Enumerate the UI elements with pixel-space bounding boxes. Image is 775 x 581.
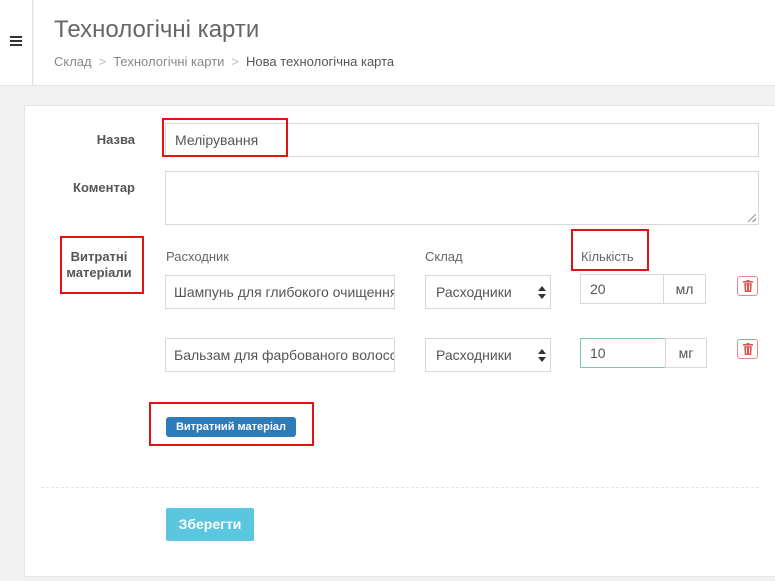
delete-row-button[interactable] [737,339,758,359]
quantity-input[interactable]: 20 [580,274,664,304]
warehouse-select-value: Расходники [436,347,512,363]
breadcrumb-separator: > [98,54,107,69]
left-bar [0,0,33,86]
quantity-input[interactable]: 10 [580,338,666,368]
warehouse-select-value: Расходники [436,284,512,300]
hamburger-menu-icon[interactable] [10,36,22,46]
material-item-input[interactable]: Шампунь для глибокого очищення [165,275,395,309]
breadcrumb-item-current: Нова технологічна карта [246,54,395,69]
delete-row-button[interactable] [737,276,758,296]
comment-label: Коментар [73,180,135,195]
name-input[interactable] [165,123,759,157]
unit-addon: мг [665,338,707,368]
page-header: Технологічні карти Склад > Технологічні ка… [34,0,775,86]
name-label: Назва [96,132,135,147]
materials-label: Витратні матеріали [61,249,137,281]
column-header-qty: Кількість [581,249,634,264]
trash-icon [743,343,753,355]
form-panel: Назва Коментар Витратні матеріали Расход… [24,105,775,577]
resize-handle-icon[interactable] [748,214,756,222]
page-title: Технологічні карти [54,16,260,43]
save-button[interactable]: Зберегти [166,508,254,541]
materials-label-line1: Витратні [70,249,128,264]
trash-icon [743,280,753,292]
column-header-item: Расходник [166,249,229,264]
select-arrows-icon [538,349,546,362]
comment-textarea[interactable] [165,171,759,225]
column-header-warehouse: Склад [425,249,463,264]
breadcrumb-item-warehouse[interactable]: Склад [54,54,92,69]
warehouse-select[interactable]: Расходники [425,275,551,309]
materials-label-line2: матеріали [66,265,132,280]
material-item-input[interactable]: Бальзам для фарбованого волосся [165,338,395,372]
select-arrows-icon [538,286,546,299]
add-material-button[interactable]: Витратний матеріал [166,417,296,437]
breadcrumb-item-tech-cards[interactable]: Технологічні карти [113,54,224,69]
breadcrumb: Склад > Технологічні карти > Нова технологіч… [54,54,394,69]
divider [41,487,759,488]
warehouse-select[interactable]: Расходники [425,338,551,372]
unit-addon: мл [663,274,706,304]
breadcrumb-separator: > [231,54,239,69]
